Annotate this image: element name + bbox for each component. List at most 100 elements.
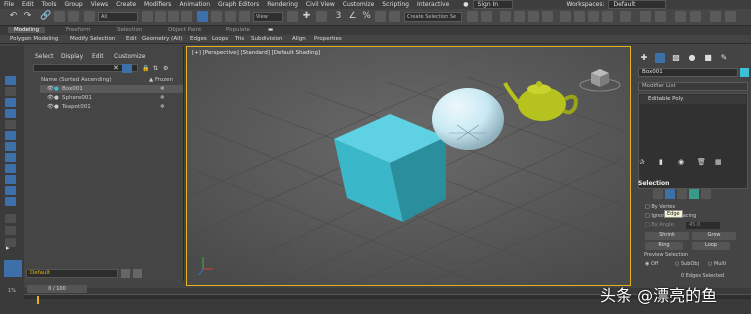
display-bones-icon[interactable]	[5, 186, 16, 195]
modify-tab-icon[interactable]	[655, 53, 665, 63]
ribbon-loops[interactable]: Loops	[212, 36, 228, 42]
menu-create[interactable]: Create	[112, 1, 140, 8]
select-manipulate-icon[interactable]: ✚	[301, 11, 312, 22]
show-end-result-icon[interactable]: ▮	[659, 158, 663, 166]
display-none-icon[interactable]	[5, 76, 16, 85]
menu-file[interactable]: File	[0, 1, 18, 8]
unlink-icon[interactable]	[54, 11, 65, 22]
time-slider[interactable]: 0 / 100	[27, 285, 87, 293]
edit-named-selection-icon[interactable]	[389, 11, 400, 22]
expand-arrow-icon[interactable]: ▸	[6, 244, 10, 252]
layer-manager-icon[interactable]	[121, 269, 130, 278]
display-helpers-icon[interactable]	[5, 142, 16, 151]
menu-tools[interactable]: Tools	[38, 1, 61, 8]
freeze-icon[interactable]: ❄	[160, 94, 165, 102]
remove-modifier-icon[interactable]: 🗑	[697, 158, 706, 166]
ribbon-toggle-icon[interactable]: ▬	[268, 27, 273, 33]
render-iterative-icon[interactable]	[655, 11, 666, 22]
snap-3d-icon[interactable]: 3	[333, 11, 344, 22]
modifier-list-dropdown[interactable]: Modifier List	[638, 82, 748, 91]
tab-object-paint[interactable]: Object Paint	[168, 27, 201, 33]
menu-customize[interactable]: Customize	[339, 1, 379, 8]
schematic-view-icon[interactable]	[542, 11, 553, 22]
viewport-label[interactable]: [+] [Perspective] [Standard] [Default Sh…	[192, 50, 320, 56]
preview-off-radio[interactable]: ◉ Off	[645, 261, 658, 267]
shrink-button[interactable]: Shrink	[645, 232, 689, 240]
visibility-eye-icon[interactable]: 👁	[47, 94, 54, 102]
window-crossing-icon[interactable]	[181, 11, 192, 22]
a360-cloud-icon[interactable]	[640, 11, 651, 22]
se-tab-customize[interactable]: Customize	[114, 53, 146, 60]
motion-tab-icon[interactable]: ●	[687, 53, 697, 63]
display-tab-icon[interactable]: ■	[703, 53, 713, 63]
layer-explorer-icon[interactable]	[4, 260, 22, 277]
layer-dropdown[interactable]: Default	[26, 269, 118, 278]
menu-animation[interactable]: Animation	[175, 1, 214, 8]
freeze-icon[interactable]: ❄	[160, 103, 165, 111]
ribbon-edit[interactable]: Edit	[126, 36, 137, 42]
material-editor-icon[interactable]	[560, 11, 571, 22]
configure-modifier-sets-icon[interactable]: ▦	[715, 158, 722, 166]
project-folder-icon[interactable]	[710, 11, 721, 22]
menu-interactive[interactable]: Interactive	[413, 1, 453, 8]
menu-edit[interactable]: Edit	[18, 1, 38, 8]
ribbon-subdivision[interactable]: Subdivision	[251, 36, 283, 42]
create-tab-icon[interactable]: ✚	[639, 53, 649, 63]
selection-rollout-title[interactable]: Selection	[638, 180, 669, 187]
ring-button[interactable]: Ring	[645, 242, 683, 250]
viewport-scene[interactable]	[187, 47, 631, 286]
ribbon-geometry-all[interactable]: Geometry (All)	[142, 36, 182, 42]
border-icon[interactable]	[677, 189, 687, 199]
ribbon-align[interactable]: Align	[292, 36, 306, 42]
display-containers-icon[interactable]	[5, 197, 16, 206]
sphere-object[interactable]	[432, 88, 504, 150]
se-tab-select[interactable]: Select	[35, 53, 54, 60]
utilities-tab-icon[interactable]: ✎	[719, 53, 729, 63]
object-color-swatch[interactable]	[740, 68, 749, 77]
display-lights-icon[interactable]	[5, 120, 16, 129]
loop-button[interactable]: Loop	[692, 242, 730, 250]
display-groups-icon[interactable]	[5, 164, 16, 173]
select-object-icon[interactable]	[142, 11, 153, 22]
keyboard-shortcut-icon[interactable]	[316, 11, 327, 22]
select-move-icon[interactable]	[197, 11, 208, 22]
placement-icon[interactable]	[239, 11, 250, 22]
column-name[interactable]: Name (Sorted Ascending)	[41, 77, 112, 83]
menu-views[interactable]: Views	[87, 1, 112, 8]
freeze-icon[interactable]: ❄	[160, 85, 165, 93]
menu-modifiers[interactable]: Modifiers	[140, 1, 175, 8]
display-geometry-icon[interactable]	[5, 98, 16, 107]
render-setup-icon[interactable]	[574, 11, 585, 22]
display-cameras-icon[interactable]	[5, 131, 16, 140]
pivot-center-icon[interactable]	[287, 11, 298, 22]
undo-icon[interactable]: ↶	[8, 11, 19, 22]
layer-options-icon[interactable]	[133, 269, 142, 278]
sign-in-dropdown[interactable]: Sign In	[472, 0, 513, 9]
make-unique-icon[interactable]: ◉	[678, 158, 684, 166]
preview-subobj-radio[interactable]: ○ SubObj	[675, 261, 699, 267]
filter-icon[interactable]	[122, 64, 132, 73]
clear-search-icon[interactable]: ✕	[113, 64, 119, 72]
named-selection-set-dropdown[interactable]: Create Selection Se	[404, 12, 462, 22]
display-hidden-icon[interactable]	[5, 226, 16, 235]
ribbon-polygon-modeling[interactable]: Polygon Modeling	[10, 36, 58, 42]
curve-editor-icon[interactable]	[528, 11, 539, 22]
table-row[interactable]: 👁 ● Teapot001 ❄	[40, 103, 183, 111]
perspective-viewport[interactable]: [+] [Perspective] [Standard] [Default Sh…	[186, 46, 631, 286]
filter-icon[interactable]	[84, 11, 95, 22]
menu-group[interactable]: Group	[60, 1, 86, 8]
display-all-icon[interactable]	[5, 87, 16, 96]
angle-spinner[interactable]: 45.0	[686, 222, 720, 229]
menu-civil-view[interactable]: Civil View	[302, 1, 339, 8]
reference-coordinate-dropdown[interactable]: View	[253, 12, 283, 22]
se-tab-edit[interactable]: Edit	[92, 53, 104, 60]
hierarchy-tab-icon[interactable]: ▩	[671, 53, 681, 63]
ribbon-edges[interactable]: Edges	[190, 36, 207, 42]
ribbon-tris[interactable]: Tris	[235, 36, 244, 42]
element-icon[interactable]	[701, 189, 711, 199]
display-spacewarps-icon[interactable]	[5, 153, 16, 162]
display-xrefs-icon[interactable]	[5, 175, 16, 184]
column-frozen[interactable]: ▲ Frozen	[149, 76, 173, 84]
selection-filter-dropdown[interactable]: All	[98, 12, 138, 22]
sync-icon[interactable]: ⇅	[153, 65, 158, 72]
